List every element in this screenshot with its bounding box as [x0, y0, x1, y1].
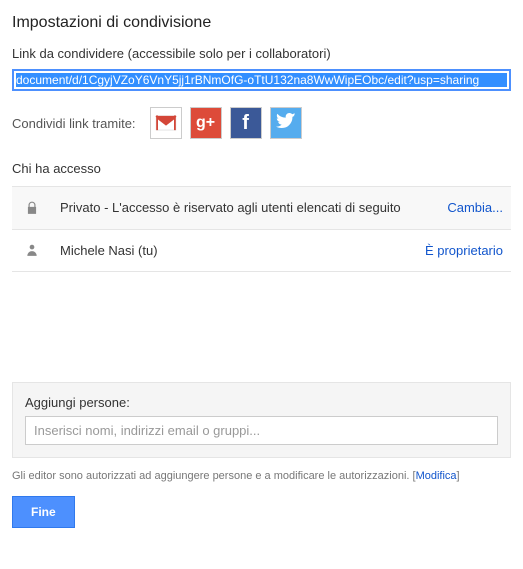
access-header: Chi ha accesso — [12, 161, 511, 176]
modify-link[interactable]: Modifica — [416, 470, 457, 482]
access-row-owner: Michele Nasi (tu) È proprietario — [12, 230, 511, 273]
dialog-title: Impostazioni di condivisione — [12, 14, 511, 32]
access-owner-status: È proprietario — [425, 243, 503, 258]
footer-note: Gli editor sono autorizzati ad aggiunger… — [12, 470, 511, 482]
add-people-input[interactable] — [25, 416, 498, 445]
google-plus-icon[interactable]: g+ — [190, 107, 222, 139]
done-button[interactable]: Fine — [12, 496, 75, 528]
add-people-section: Aggiungi persone: — [12, 382, 511, 458]
footer-note-suffix: ] — [457, 470, 460, 482]
share-icons: g+ f — [150, 107, 302, 139]
access-row-privacy: Privato - L'accesso è riservato agli ute… — [12, 187, 511, 230]
gmail-icon[interactable] — [150, 107, 182, 139]
lock-icon — [20, 201, 44, 215]
add-people-label: Aggiungi persone: — [25, 395, 498, 410]
person-icon — [20, 243, 44, 257]
change-link[interactable]: Cambia... — [447, 200, 503, 215]
access-owner-name: Michele Nasi (tu) — [60, 242, 425, 260]
share-url-field[interactable]: document/d/1CgyjVZoY6VnY5jj1rBNmOfG-oTtU… — [12, 69, 511, 91]
footer-note-text: Gli editor sono autorizzati ad aggiunger… — [12, 470, 416, 482]
access-list: Privato - L'accesso è riservato agli ute… — [12, 186, 511, 272]
access-privacy-text: Privato - L'accesso è riservato agli ute… — [60, 199, 447, 217]
facebook-icon[interactable]: f — [230, 107, 262, 139]
share-via-label: Condividi link tramite: — [12, 116, 136, 131]
share-via-row: Condividi link tramite: g+ f — [12, 107, 511, 139]
twitter-icon[interactable] — [270, 107, 302, 139]
link-label: Link da condividere (accessibile solo pe… — [12, 46, 511, 61]
share-url-text: document/d/1CgyjVZoY6VnY5jj1rBNmOfG-oTtU… — [16, 73, 507, 87]
